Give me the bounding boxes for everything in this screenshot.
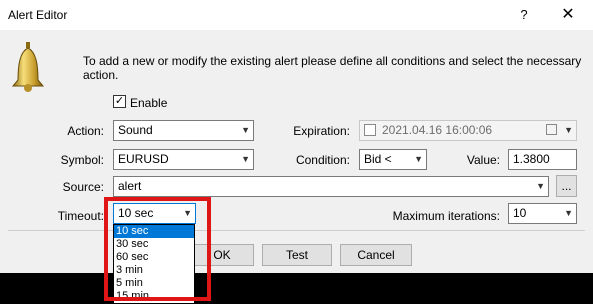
condition-value: Bid < — [364, 152, 392, 166]
browse-button[interactable]: ... — [556, 175, 577, 197]
test-button[interactable]: Test — [262, 244, 332, 266]
expiration-checkbox[interactable] — [364, 124, 376, 136]
enable-checkbox[interactable]: ✓ — [113, 95, 126, 108]
symbol-label: Symbol: — [60, 153, 104, 167]
chevron-down-icon: ▼ — [414, 154, 423, 164]
calendar-icon[interactable] — [546, 124, 557, 135]
expiration-value: 2021.04.16 16:00:06 — [382, 123, 493, 137]
cancel-button[interactable]: Cancel — [340, 244, 412, 266]
symbol-value: EURUSD — [118, 152, 169, 166]
highlight-box — [104, 197, 211, 301]
symbol-select[interactable]: EURUSD ▼ — [113, 149, 254, 170]
enable-label: Enable — [130, 96, 168, 110]
value-label: Value: — [466, 153, 500, 167]
chevron-down-icon: ▼ — [241, 154, 250, 164]
source-value: alert — [118, 179, 142, 193]
timeout-label: Timeout: — [57, 209, 104, 223]
expiration-label: Expiration: — [293, 124, 350, 138]
alert-editor-dialog: Alert Editor ? ✕ To add a new or modify … — [0, 0, 593, 273]
action-select[interactable]: Sound ▼ — [113, 120, 254, 141]
chevron-down-icon: ▼ — [536, 181, 545, 191]
chevron-down-icon: ▼ — [564, 208, 573, 218]
value-input[interactable]: 1.3800 — [508, 149, 577, 170]
max-iterations-label: Maximum iterations: — [392, 209, 500, 223]
description-text: To add a new or modify the existing aler… — [83, 54, 582, 82]
help-button[interactable]: ? — [512, 3, 536, 27]
max-iterations-select[interactable]: 10 ▼ — [508, 203, 577, 224]
title-bar: Alert Editor ? ✕ — [0, 0, 593, 30]
condition-select[interactable]: Bid < ▼ — [359, 149, 427, 170]
source-select[interactable]: alert ▼ — [113, 176, 549, 197]
window-title: Alert Editor — [8, 8, 68, 22]
action-label: Action: — [67, 124, 104, 138]
source-label: Source: — [62, 180, 104, 194]
close-button[interactable]: ✕ — [555, 3, 581, 27]
max-iterations-value: 10 — [513, 206, 527, 220]
chevron-down-icon: ▼ — [564, 125, 573, 135]
separator — [8, 230, 585, 231]
chevron-down-icon: ▼ — [241, 125, 250, 135]
expiration-picker[interactable]: 2021.04.16 16:00:06 ▼ — [359, 120, 577, 141]
action-value: Sound — [118, 123, 153, 137]
bell-icon — [11, 42, 45, 92]
condition-label: Condition: — [295, 153, 350, 167]
